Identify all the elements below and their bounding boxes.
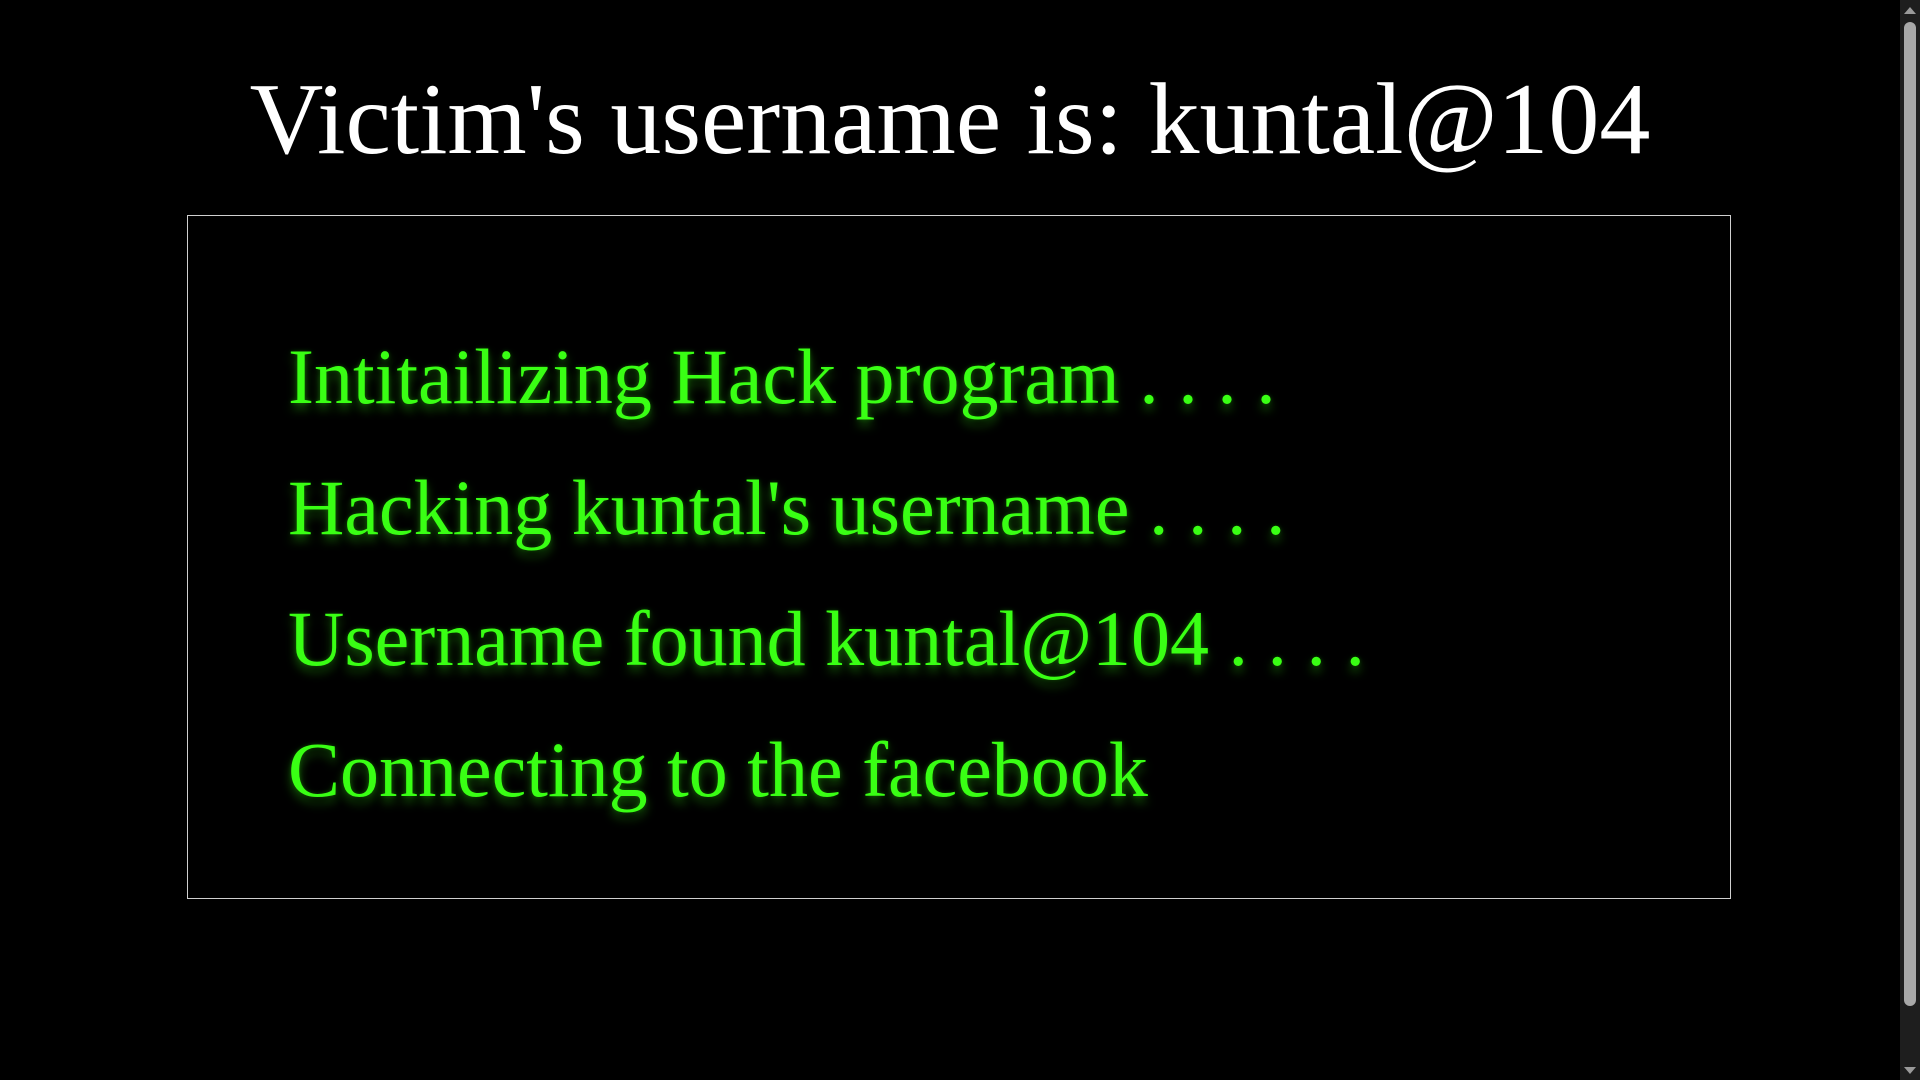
log-line: Username found kuntal@104 . . . .: [288, 595, 1365, 682]
scroll-up-button[interactable]: [1900, 0, 1920, 20]
vertical-scrollbar[interactable]: [1900, 0, 1920, 1080]
log-list: Intitailizing Hack program . . . . Hacki…: [288, 311, 1365, 835]
page-title: Victim's username is: kuntal@104: [249, 63, 1651, 176]
scroll-down-button[interactable]: [1900, 1060, 1920, 1080]
log-line: Hacking kuntal's username . . . .: [288, 464, 1286, 551]
arrow-down-icon: [1904, 1066, 1916, 1074]
scroll-thumb[interactable]: [1904, 22, 1916, 1006]
log-line: Connecting to the facebook: [288, 726, 1148, 813]
hack-log-panel: Intitailizing Hack program . . . . Hacki…: [187, 215, 1731, 899]
arrow-up-icon: [1904, 6, 1916, 14]
log-line: Intitailizing Hack program . . . .: [288, 333, 1276, 420]
